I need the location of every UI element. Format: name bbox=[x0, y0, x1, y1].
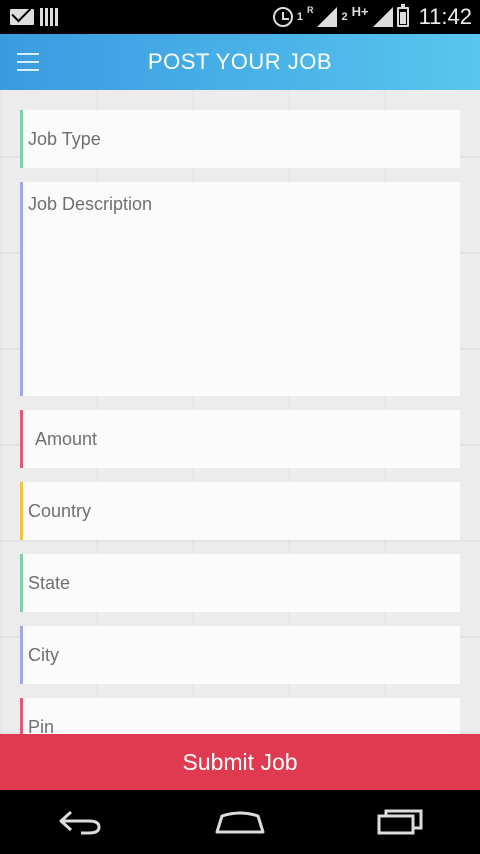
system-nav-bar bbox=[0, 790, 480, 854]
sim2-label: 2 bbox=[341, 11, 348, 23]
page-title: POST YOUR JOB bbox=[147, 49, 333, 74]
country-input[interactable] bbox=[23, 482, 460, 540]
status-bar: 1 R 2 H+ 11:42 bbox=[0, 0, 480, 34]
state-field-container bbox=[20, 554, 460, 612]
barcode-notification-icon bbox=[40, 8, 60, 26]
app-bar: POST YOUR JOB bbox=[0, 34, 480, 90]
home-button[interactable] bbox=[210, 802, 270, 842]
status-right: 1 R 2 H+ 11:42 bbox=[272, 3, 472, 30]
job-form bbox=[0, 90, 480, 734]
hamburger-menu-icon[interactable] bbox=[17, 53, 39, 71]
pin-field-container bbox=[20, 698, 460, 734]
submit-job-button[interactable]: Submit Job bbox=[0, 734, 480, 790]
job-type-field-container bbox=[20, 110, 460, 168]
status-left bbox=[10, 8, 60, 26]
back-button[interactable] bbox=[50, 802, 110, 842]
alarm-icon bbox=[272, 7, 293, 27]
job-description-field-container bbox=[20, 182, 460, 396]
signal-sim1-icon bbox=[317, 7, 338, 27]
state-input[interactable] bbox=[23, 554, 460, 612]
city-input[interactable] bbox=[23, 626, 460, 684]
job-description-input[interactable] bbox=[23, 182, 460, 396]
country-field-container bbox=[20, 482, 460, 540]
network-type-label: H+ bbox=[351, 3, 369, 19]
status-time: 11:42 bbox=[418, 4, 472, 29]
roaming-label: R bbox=[306, 5, 314, 15]
recents-icon bbox=[377, 809, 423, 835]
job-type-input[interactable] bbox=[23, 110, 460, 168]
recents-button[interactable] bbox=[370, 802, 430, 842]
signal-sim2-icon bbox=[372, 7, 393, 27]
city-field-container bbox=[20, 626, 460, 684]
sim1-label: 1 bbox=[296, 11, 303, 23]
battery-icon bbox=[396, 4, 409, 27]
home-icon bbox=[215, 811, 265, 834]
pin-input[interactable] bbox=[23, 698, 460, 734]
back-icon bbox=[59, 810, 101, 835]
amount-field-container bbox=[20, 410, 460, 468]
gmail-notification-icon bbox=[10, 9, 34, 25]
amount-input[interactable] bbox=[23, 410, 460, 468]
